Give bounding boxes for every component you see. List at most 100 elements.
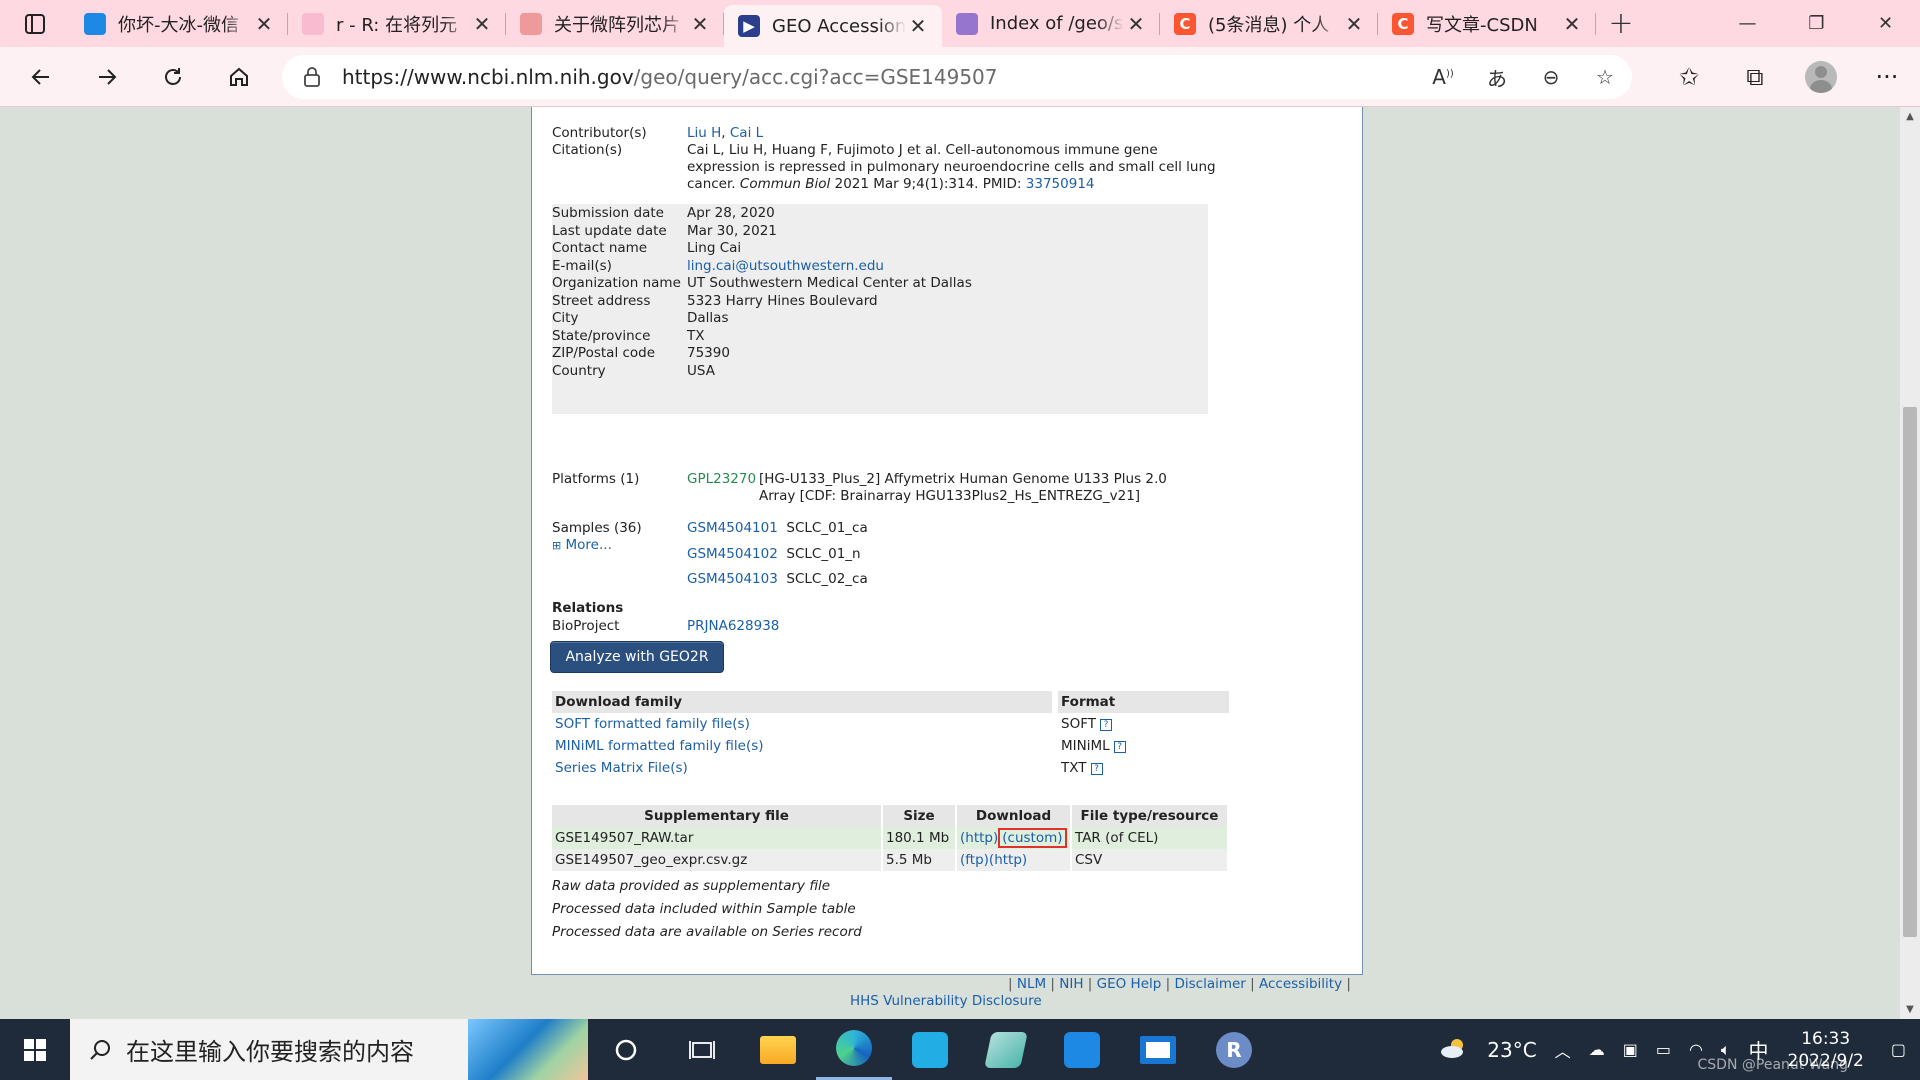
info-label: ZIP/Postal code: [552, 345, 656, 361]
weather-temperature[interactable]: 23°C: [1487, 1038, 1536, 1062]
tab-4[interactable]: Index of /geo/s ✕: [942, 0, 1160, 47]
tab-close-icon[interactable]: ✕: [906, 14, 930, 38]
display-icon[interactable]: ▣: [1623, 1040, 1638, 1059]
family-file-link[interactable]: Series Matrix File(s): [555, 760, 688, 776]
tab-favicon-icon: [84, 12, 106, 35]
contributor-link[interactable]: Liu H: [687, 125, 721, 141]
tab-6[interactable]: C 写文章-CSDN ✕: [1378, 0, 1596, 47]
zoom-out-icon[interactable]: ⊖: [1524, 65, 1578, 89]
more-samples-link[interactable]: More...: [566, 537, 612, 553]
r-app-icon[interactable]: R: [1196, 1019, 1272, 1080]
notification-icon[interactable]: ▢: [1891, 1040, 1906, 1059]
more-samples-toggle[interactable]: ⊞ More...: [552, 537, 612, 554]
tab-5[interactable]: C (5条消息) 个人 ✕: [1160, 0, 1378, 47]
download-ftp-link[interactable]: (ftp): [960, 852, 989, 868]
table-row: GSE149507_geo_expr.csv.gz 5.5 Mb (ftp)(h…: [552, 849, 1229, 871]
help-icon[interactable]: ?: [1113, 741, 1126, 753]
feishu-icon[interactable]: [1044, 1019, 1120, 1080]
more-menu-icon[interactable]: ···: [1854, 47, 1920, 107]
contributor-link[interactable]: Cai L: [730, 125, 763, 141]
cortana-icon[interactable]: [588, 1019, 664, 1080]
profile-avatar[interactable]: [1805, 61, 1837, 93]
window-app-icon[interactable]: [1120, 1019, 1196, 1080]
family-file-link[interactable]: SOFT formatted family file(s): [555, 716, 750, 732]
tab-1[interactable]: r - R: 在将列元 ✕: [288, 0, 506, 47]
onedrive-icon[interactable]: ☁: [1589, 1040, 1605, 1059]
relations-heading: Relations: [552, 600, 624, 616]
tray-expand-icon[interactable]: ︿: [1555, 1038, 1571, 1062]
scroll-up-icon[interactable]: ▲: [1900, 111, 1920, 122]
sample-link[interactable]: GSM4504102: [687, 546, 778, 562]
help-icon[interactable]: ?: [1090, 763, 1103, 775]
start-button[interactable]: [0, 1019, 70, 1080]
email-link[interactable]: ling.cai@utsouthwestern.edu: [687, 258, 1217, 275]
minimize-icon[interactable]: —: [1713, 0, 1782, 47]
url-text[interactable]: https://www.ncbi.nlm.nih.gov/geo/query/a…: [342, 65, 1416, 89]
tab-title: 写文章-CSDN: [1426, 14, 1538, 36]
taskbar-search-box[interactable]: 在这里输入你要搜索的内容: [70, 1019, 588, 1080]
tab-close-icon[interactable]: ✕: [1124, 12, 1148, 36]
footer-link-accessibility[interactable]: Accessibility: [1259, 976, 1342, 992]
tab-0[interactable]: 你坏-大冰-微信 ✕: [70, 0, 288, 47]
sample-item: GSM4504103 SCLC_02_ca: [687, 571, 868, 588]
tab-close-icon[interactable]: ✕: [688, 12, 712, 36]
sample-link[interactable]: GSM4504103: [687, 571, 778, 587]
read-aloud-icon[interactable]: A)): [1416, 65, 1470, 89]
collections-icon[interactable]: ⧉: [1722, 47, 1788, 107]
scroll-down-icon[interactable]: ▼: [1900, 1004, 1920, 1015]
tab-close-icon[interactable]: ✕: [1560, 12, 1584, 36]
info-label: Last update date: [552, 222, 667, 239]
tab-title: 你坏-大冰-微信: [118, 14, 239, 36]
footer-link-disclaimer[interactable]: Disclaimer: [1174, 976, 1245, 992]
sample-link[interactable]: GSM4504101: [687, 520, 778, 536]
supp-file-size: 180.1 Mb: [882, 827, 957, 849]
tab-close-icon[interactable]: ✕: [470, 12, 494, 36]
close-window-icon[interactable]: ✕: [1851, 0, 1920, 47]
new-tab-button[interactable]: +: [1596, 6, 1646, 41]
footer-link-geo-help[interactable]: GEO Help: [1097, 976, 1162, 992]
download-http-link[interactable]: (http): [989, 852, 1027, 868]
tab-actions-button[interactable]: [0, 0, 70, 47]
analyze-geo2r-button[interactable]: Analyze with GEO2R: [550, 641, 724, 673]
download-http-link[interactable]: (http): [960, 830, 998, 846]
scrollbar-thumb[interactable]: [1903, 407, 1917, 937]
download-custom-link[interactable]: (custom): [998, 828, 1067, 848]
hhs-vulnerability-link[interactable]: HHS Vulnerability Disclosure: [850, 993, 1042, 1009]
battery-icon[interactable]: ▭: [1656, 1040, 1671, 1059]
favorites-icon[interactable]: ✩: [1656, 47, 1722, 107]
platform-link[interactable]: GPL23270: [687, 471, 756, 488]
info-label: State/province: [552, 327, 651, 344]
tab-close-icon[interactable]: ✕: [252, 12, 276, 36]
footer-link-nih[interactable]: NIH: [1059, 976, 1083, 992]
address-bar[interactable]: https://www.ncbi.nlm.nih.gov/geo/query/a…: [282, 55, 1632, 99]
info-value: Apr 28, 2020: [687, 205, 775, 221]
tab-3-active[interactable]: ▶ GEO Accession ✕: [724, 5, 942, 47]
weather-icon[interactable]: [1439, 1037, 1469, 1063]
supp-file-type: CSV: [1071, 849, 1229, 871]
add-favorite-icon[interactable]: ☆: [1578, 65, 1632, 89]
edge-browser-icon[interactable]: [816, 1019, 892, 1080]
file-explorer-icon[interactable]: [740, 1019, 816, 1080]
translate-icon[interactable]: あ: [1470, 63, 1524, 92]
family-file-link[interactable]: MINiML formatted family file(s): [555, 738, 764, 754]
tab-close-icon[interactable]: ✕: [1342, 12, 1366, 36]
citation-line: expression is repressed in pulmonary neu…: [687, 159, 1216, 175]
bilibili-icon[interactable]: [892, 1019, 968, 1080]
notes-app-icon[interactable]: [968, 1019, 1044, 1080]
refresh-button[interactable]: [140, 47, 206, 107]
help-icon[interactable]: ?: [1099, 719, 1112, 731]
tab-title: 关于微阵列芯片: [554, 14, 680, 36]
supp-note: Processed data are available on Series r…: [552, 924, 862, 940]
page-scrollbar[interactable]: ▲ ▼: [1900, 107, 1920, 1019]
bioproject-link[interactable]: PRJNA628938: [687, 618, 779, 635]
home-button[interactable]: [206, 47, 272, 107]
footer-link-nlm[interactable]: NLM: [1017, 976, 1046, 992]
forward-button[interactable]: [74, 47, 140, 107]
back-button[interactable]: [8, 47, 74, 107]
tab-2[interactable]: 关于微阵列芯片 ✕: [506, 0, 724, 47]
bioproject-label: BioProject: [552, 618, 620, 634]
pmid-link[interactable]: 33750914: [1026, 176, 1095, 192]
task-view-icon[interactable]: [664, 1019, 740, 1080]
restore-icon[interactable]: ❐: [1782, 0, 1851, 47]
lock-icon[interactable]: [282, 67, 342, 87]
